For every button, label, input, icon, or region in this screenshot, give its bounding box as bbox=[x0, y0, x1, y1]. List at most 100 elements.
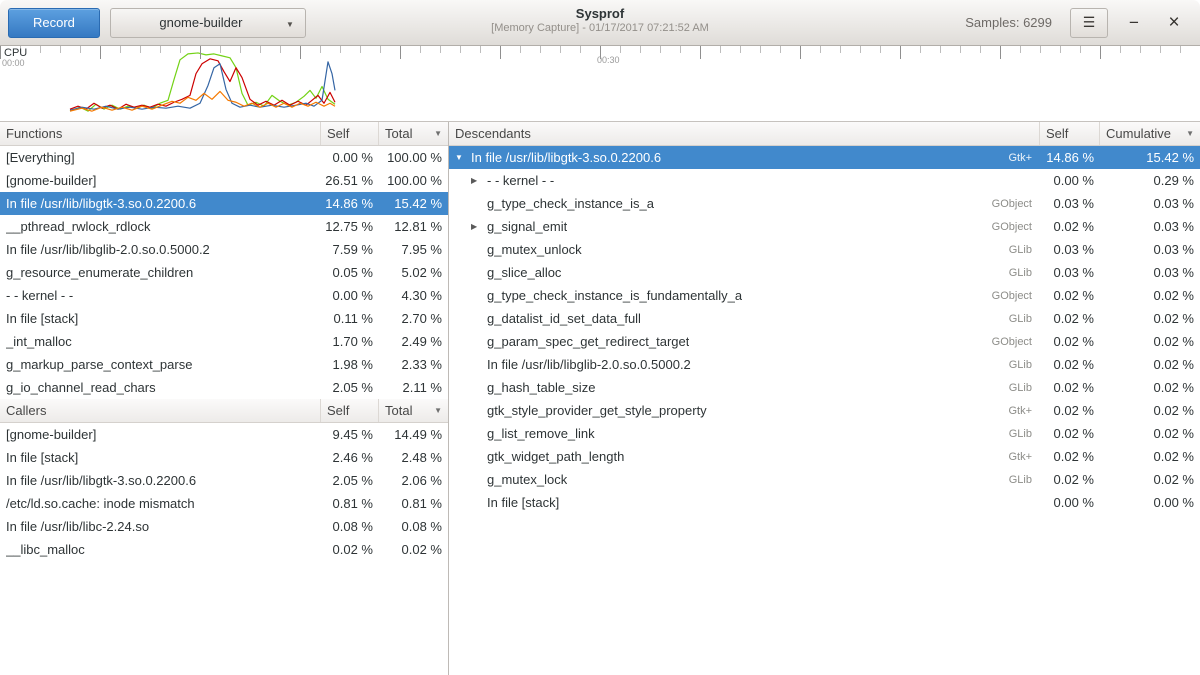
expander-closed-icon[interactable]: ▶ bbox=[471, 176, 487, 185]
function-name: [Everything] bbox=[6, 150, 75, 165]
process-selector[interactable]: gnome-builder ▼ bbox=[110, 8, 306, 38]
descendants-row[interactable]: g_list_remove_linkGLib0.02 %0.02 % bbox=[449, 422, 1200, 445]
expander-closed-icon[interactable]: ▶ bbox=[471, 222, 487, 231]
column-header-total[interactable]: Total ▼ bbox=[379, 122, 448, 145]
function-row[interactable]: _int_malloc1.70 %2.49 % bbox=[0, 330, 448, 353]
menu-button[interactable]: ☰ bbox=[1070, 8, 1108, 38]
descendants-row[interactable]: g_slice_allocGLib0.03 %0.03 % bbox=[449, 261, 1200, 284]
column-header-cumulative[interactable]: Cumulative ▼ bbox=[1100, 122, 1200, 145]
self-percent: 0.03 % bbox=[1040, 196, 1100, 211]
self-percent: 1.98 % bbox=[321, 357, 379, 372]
library-badge: GObject bbox=[982, 221, 1040, 233]
descendants-row[interactable]: g_hash_table_sizeGLib0.02 %0.02 % bbox=[449, 376, 1200, 399]
self-percent: 0.08 % bbox=[321, 519, 379, 534]
self-percent: 9.45 % bbox=[321, 427, 379, 442]
record-button[interactable]: Record bbox=[8, 8, 100, 38]
column-header-self[interactable]: Self bbox=[1040, 122, 1100, 145]
descendants-row[interactable]: gtk_widget_path_lengthGtk+0.02 %0.02 % bbox=[449, 445, 1200, 468]
caller-row[interactable]: In file /usr/lib/libgtk-3.so.0.2200.62.0… bbox=[0, 469, 448, 492]
callers-table-header: Callers Self Total ▼ bbox=[0, 399, 448, 423]
self-percent: 0.02 % bbox=[1040, 472, 1100, 487]
function-row[interactable]: [gnome-builder]26.51 %100.00 % bbox=[0, 169, 448, 192]
function-row[interactable]: In file /usr/lib/libgtk-3.so.0.2200.614.… bbox=[0, 192, 448, 215]
function-cell: In file /usr/lib/libgtk-3.so.0.2200.6 bbox=[0, 196, 321, 211]
function-row[interactable]: In file /usr/lib/libglib-2.0.so.0.5000.2… bbox=[0, 238, 448, 261]
column-header-functions[interactable]: Functions bbox=[0, 122, 321, 145]
descendants-row[interactable]: ▶- - kernel - -0.00 %0.29 % bbox=[449, 169, 1200, 192]
function-cell: In file /usr/lib/libglib-2.0.so.0.5000.2 bbox=[0, 242, 321, 257]
self-percent: 0.02 % bbox=[321, 542, 379, 557]
timeline-tick-start: 00:00 bbox=[2, 58, 25, 68]
function-row[interactable]: - - kernel - -0.00 %4.30 % bbox=[0, 284, 448, 307]
capture-subtitle: [Memory Capture] - 01/17/2017 07:21:52 A… bbox=[491, 22, 709, 36]
caller-row[interactable]: /etc/ld.so.cache: inode mismatch0.81 %0.… bbox=[0, 492, 448, 515]
function-row[interactable]: g_resource_enumerate_children0.05 %5.02 … bbox=[0, 261, 448, 284]
expander-open-icon[interactable]: ▼ bbox=[455, 153, 471, 162]
descendants-row[interactable]: gtk_style_provider_get_style_property Gtk… bbox=[449, 399, 1200, 422]
function-row[interactable]: g_markup_parse_context_parse1.98 %2.33 % bbox=[0, 353, 448, 376]
library-badge: GLib bbox=[999, 267, 1040, 279]
column-header-callers[interactable]: Callers bbox=[0, 399, 321, 422]
function-name: g_datalist_id_set_data_full bbox=[487, 311, 641, 326]
close-button[interactable]: × bbox=[1160, 9, 1188, 37]
function-name: /etc/ld.so.cache: inode mismatch bbox=[6, 496, 195, 511]
descendants-row[interactable]: g_param_spec_get_redirect_targetGObject0… bbox=[449, 330, 1200, 353]
function-cell: In file [stack] bbox=[0, 450, 321, 465]
self-percent: 2.05 % bbox=[321, 473, 379, 488]
descendants-row[interactable]: g_datalist_id_set_data_fullGLib0.02 %0.0… bbox=[449, 307, 1200, 330]
function-name: gtk_widget_path_length bbox=[487, 449, 624, 464]
timeline-tick-mid: 00:30 bbox=[597, 55, 620, 65]
total-percent: 5.02 % bbox=[379, 265, 448, 280]
total-percent: 100.00 % bbox=[379, 150, 448, 165]
total-percent: 100.00 % bbox=[379, 173, 448, 188]
total-percent: 2.48 % bbox=[379, 450, 448, 465]
descendants-row[interactable]: g_type_check_instance_is_fundamentally_a… bbox=[449, 284, 1200, 307]
function-name: g_resource_enumerate_children bbox=[6, 265, 193, 280]
function-cell: g_io_channel_read_chars bbox=[0, 380, 321, 395]
function-name: gtk_style_provider_get_style_property bbox=[487, 403, 707, 418]
descendants-row[interactable]: In file [stack]0.00 %0.00 % bbox=[449, 491, 1200, 514]
column-header-descendants[interactable]: Descendants bbox=[449, 122, 1040, 145]
function-name: g_list_remove_link bbox=[487, 426, 595, 441]
column-header-total[interactable]: Total ▼ bbox=[379, 399, 448, 422]
self-percent: 7.59 % bbox=[321, 242, 379, 257]
cpu-graph[interactable]: CPU 00:00 00:30 bbox=[0, 46, 1200, 122]
column-label: Cumulative bbox=[1106, 126, 1171, 141]
descendants-row[interactable]: In file /usr/lib/libglib-2.0.so.0.5000.2… bbox=[449, 353, 1200, 376]
function-row[interactable]: g_io_channel_read_chars2.05 %2.11 % bbox=[0, 376, 448, 399]
self-percent: 26.51 % bbox=[321, 173, 379, 188]
column-header-self[interactable]: Self bbox=[321, 122, 379, 145]
function-name: In file [stack] bbox=[6, 311, 78, 326]
total-percent: 2.70 % bbox=[379, 311, 448, 326]
cumulative-percent: 0.03 % bbox=[1100, 196, 1200, 211]
function-row[interactable]: __pthread_rwlock_rdlock12.75 %12.81 % bbox=[0, 215, 448, 238]
samples-count: Samples: 6299 bbox=[965, 15, 1052, 30]
descendants-row[interactable]: g_type_check_instance_is_aGObject0.03 %0… bbox=[449, 192, 1200, 215]
minimize-button[interactable]: − bbox=[1120, 9, 1148, 37]
total-percent: 7.95 % bbox=[379, 242, 448, 257]
descendants-row[interactable]: g_mutex_lockGLib0.02 %0.02 % bbox=[449, 468, 1200, 491]
caller-row[interactable]: In file /usr/lib/libc-2.24.so0.08 %0.08 … bbox=[0, 515, 448, 538]
function-row[interactable]: [Everything]0.00 %100.00 % bbox=[0, 146, 448, 169]
descendants-row[interactable]: ▶g_signal_emitGObject0.02 %0.03 % bbox=[449, 215, 1200, 238]
caller-row[interactable]: In file [stack]2.46 %2.48 % bbox=[0, 446, 448, 469]
self-percent: 0.02 % bbox=[1040, 449, 1100, 464]
caller-row[interactable]: [gnome-builder]9.45 %14.49 % bbox=[0, 423, 448, 446]
function-cell: g_mutex_lockGLib bbox=[449, 472, 1040, 487]
column-header-self[interactable]: Self bbox=[321, 399, 379, 422]
function-row[interactable]: In file [stack]0.11 %2.70 % bbox=[0, 307, 448, 330]
self-percent: 14.86 % bbox=[321, 196, 379, 211]
column-label: Total bbox=[385, 126, 412, 141]
descendants-row[interactable]: g_mutex_unlockGLib0.03 %0.03 % bbox=[449, 238, 1200, 261]
library-badge: Gtk+ bbox=[998, 405, 1040, 417]
total-percent: 0.81 % bbox=[379, 496, 448, 511]
function-name: In file [stack] bbox=[6, 450, 78, 465]
caller-row[interactable]: __libc_malloc0.02 %0.02 % bbox=[0, 538, 448, 561]
headerbar-right: Samples: 6299 ☰ − × bbox=[965, 8, 1192, 38]
descendants-table-header: Descendants Self Cumulative ▼ bbox=[449, 122, 1200, 146]
library-badge: Gtk+ bbox=[998, 451, 1040, 463]
function-name: g_markup_parse_context_parse bbox=[6, 357, 192, 372]
self-percent: 0.02 % bbox=[1040, 334, 1100, 349]
descendants-row[interactable]: ▼In file /usr/lib/libgtk-3.so.0.2200.6Gt… bbox=[449, 146, 1200, 169]
cumulative-percent: 0.02 % bbox=[1100, 403, 1200, 418]
